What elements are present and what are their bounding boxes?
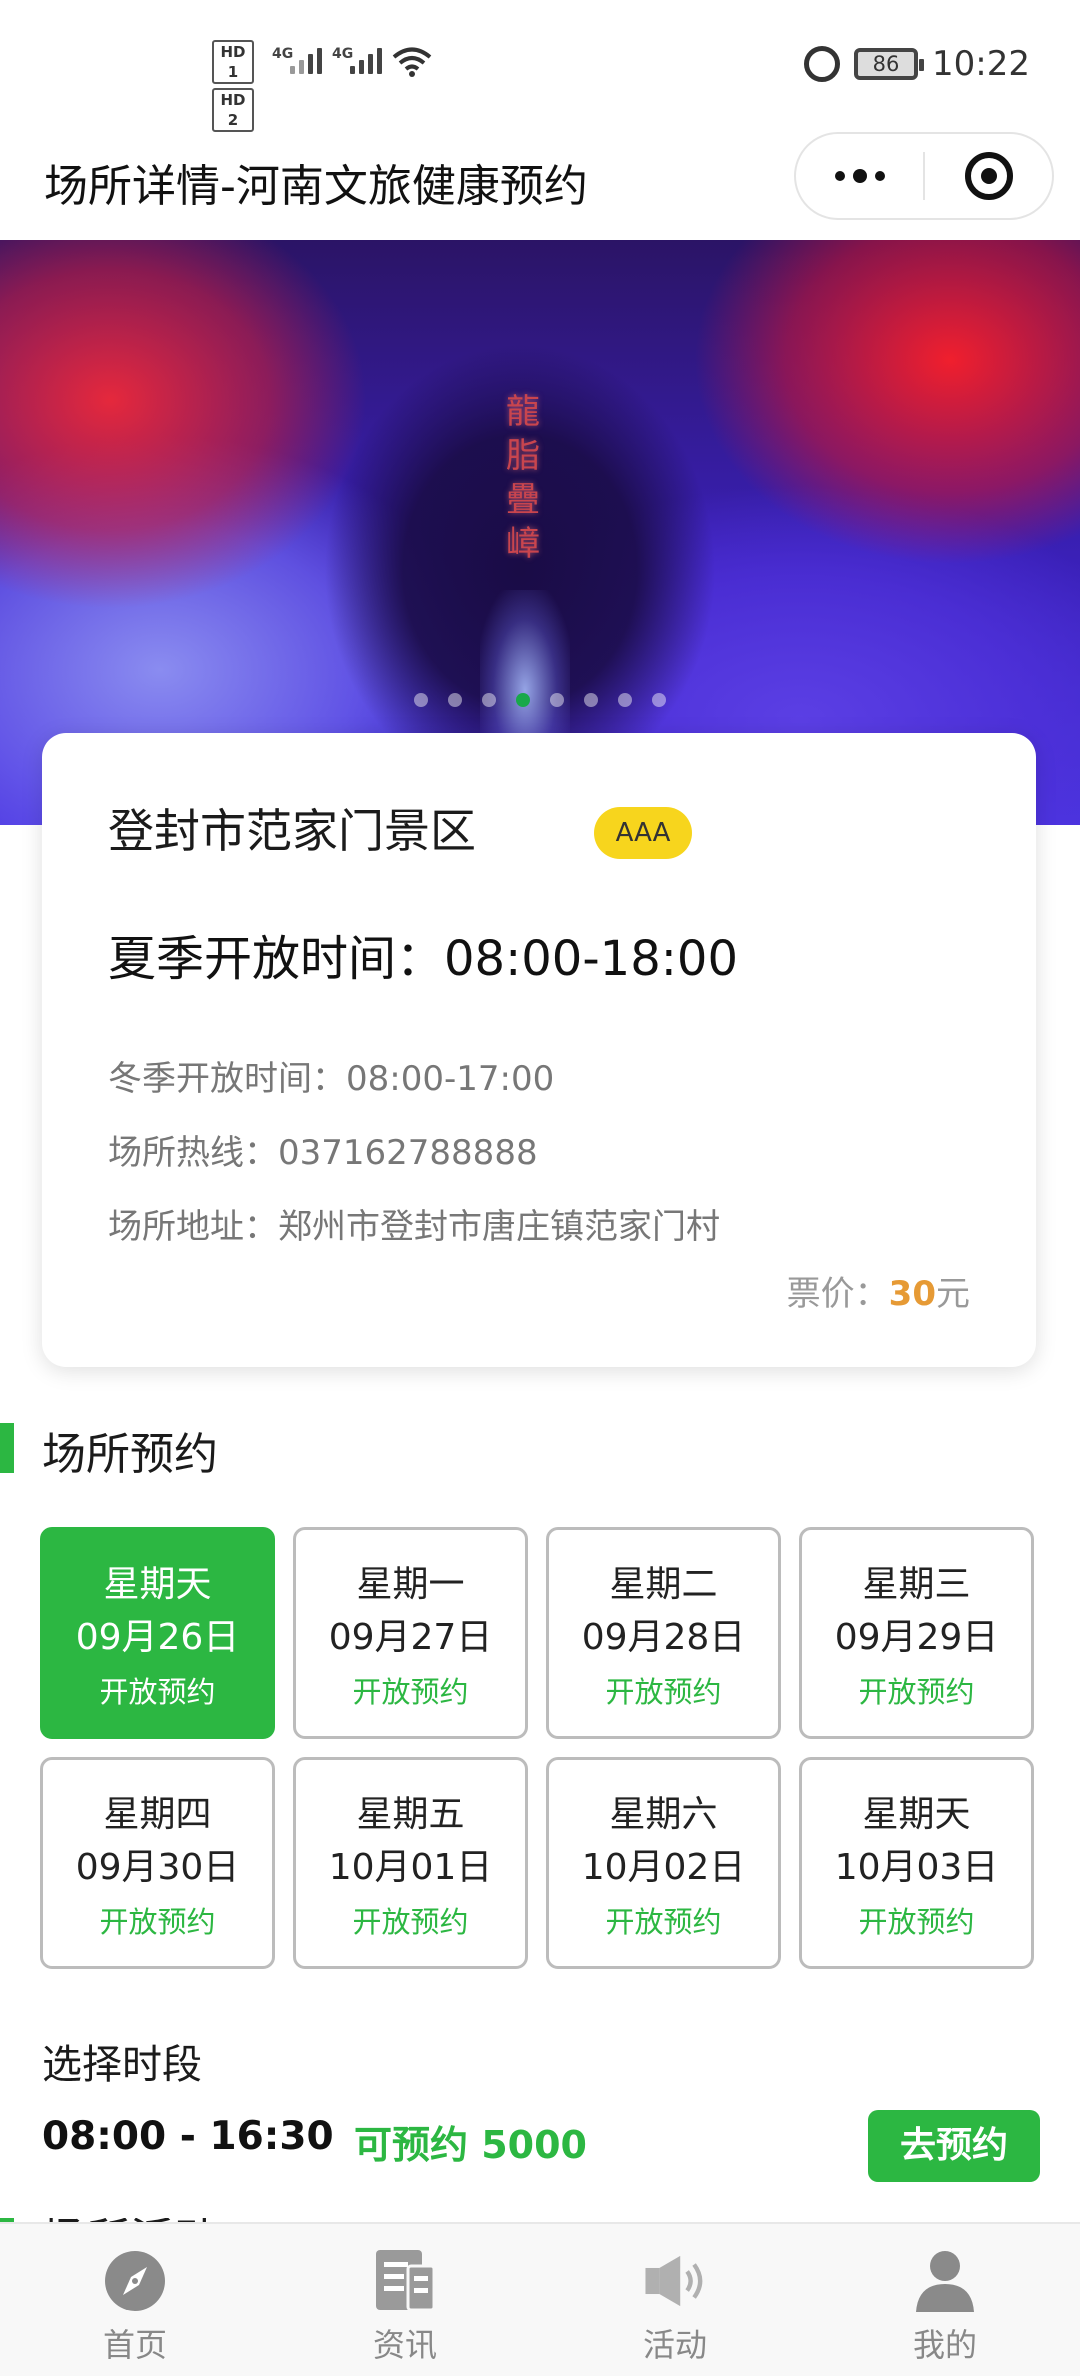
date-option[interactable]: 星期天 10月03日开放预约 <box>799 1757 1034 1969</box>
price-amount: 30 <box>888 1274 936 1314</box>
venue-name: 登封市范家门景区 <box>108 804 476 858</box>
venue-info-card: 登封市范家门景区 AAA 夏季开放时间：08:00-18:00 冬季开放时间：0… <box>42 733 1036 1367</box>
compass-icon <box>102 2248 168 2314</box>
user-icon <box>912 2248 978 2314</box>
carousel-dot[interactable] <box>618 693 632 707</box>
date-picker-grid: 星期天 09月26日 开放预约 星期一 09月27日 开放预约 星期二 09月28日 开放预约星… <box>40 1527 1038 1969</box>
date-option[interactable]: 星期三 09月29日开放预约 <box>799 1527 1034 1739</box>
date-weekday: 星期天 <box>862 1794 971 1835</box>
summer-hours: 夏季开放时间：08:00-18:00 <box>108 931 738 987</box>
tab-activities[interactable]: 活动 <box>540 2224 810 2376</box>
date-weekday: 星期四 <box>103 1794 212 1835</box>
carousel-dot[interactable] <box>448 693 462 707</box>
date-status: 开放预约 <box>605 1675 722 1709</box>
date-status: 开放预约 <box>352 1675 469 1709</box>
carousel-dot[interactable] <box>482 693 496 707</box>
date-option[interactable]: 星期四 09月30日开放预约 <box>40 1757 275 1969</box>
carousel-dot[interactable] <box>652 693 666 707</box>
carousel-dot[interactable] <box>584 693 598 707</box>
hd-indicator: HD 1 HD 2 <box>212 40 254 136</box>
alarm-icon <box>804 46 841 82</box>
winter-hours: 冬季开放时间：08:00-17:00 <box>108 1059 555 1099</box>
speaker-icon <box>642 2248 708 2314</box>
tab-mine[interactable]: 我的 <box>810 2224 1080 2376</box>
section-accent-bar <box>0 1423 14 1473</box>
hd2-badge: HD 2 <box>212 88 254 132</box>
wifi-icon <box>392 46 432 82</box>
carousel-dot[interactable] <box>550 693 564 707</box>
date-option[interactable]: 星期天 09月26日开放预约 <box>40 1527 275 1739</box>
battery-icon: 86 <box>854 48 925 80</box>
date-value: 10月02日 <box>581 1847 746 1888</box>
tab-label: 活动 <box>642 2326 707 2364</box>
status-right: 86 10:22 <box>804 44 1030 84</box>
carved-inscription: 龍脂疊嶂 <box>506 392 540 564</box>
target-icon <box>964 152 1013 200</box>
date-value: 10月01日 <box>328 1847 493 1888</box>
tab-label: 我的 <box>912 2326 977 2364</box>
tab-label: 首页 <box>102 2326 167 2364</box>
venue-address[interactable]: 场所地址：郑州市登封市唐庄镇范家门村 <box>108 1199 720 1248</box>
venue-hotline[interactable]: 场所热线：037162788888 <box>108 1125 538 1174</box>
date-value: 09月28日 <box>581 1617 746 1658</box>
date-value: 09月30日 <box>75 1847 240 1888</box>
carousel-dot[interactable] <box>414 693 428 707</box>
date-status: 开放预约 <box>858 1675 975 1709</box>
slot-time: 08:00 - 16:30 <box>42 2114 334 2159</box>
date-status: 开放预约 <box>352 1905 469 1939</box>
bottom-tab-bar: 首页 资讯 活动 我的 <box>0 2222 1080 2376</box>
date-weekday: 星期六 <box>609 1794 718 1835</box>
date-value: 09月27日 <box>328 1617 493 1658</box>
price-unit: 元 <box>936 1274 970 1314</box>
booking-section-title: 场所预约 <box>42 1429 218 1480</box>
date-status: 开放预约 <box>605 1905 722 1939</box>
news-icon <box>372 2248 438 2314</box>
date-weekday: 星期天 <box>103 1564 212 1605</box>
signal-icon-2 <box>350 48 382 74</box>
date-value: 09月26日 <box>75 1617 240 1658</box>
date-value: 09月29日 <box>834 1617 999 1658</box>
rating-badge: AAA <box>594 807 692 859</box>
date-weekday: 星期五 <box>356 1794 465 1835</box>
clock: 10:22 <box>932 44 1030 84</box>
slot-label: 选择时段 <box>42 2042 202 2088</box>
signal-icon-1 <box>290 48 322 74</box>
slot-availability: 可预约 5000 <box>354 2123 587 2167</box>
date-weekday: 星期三 <box>862 1564 971 1605</box>
date-option[interactable]: 星期六 10月02日开放预约 <box>546 1757 781 1969</box>
tab-label: 资讯 <box>372 2326 437 2364</box>
tab-news[interactable]: 资讯 <box>270 2224 540 2376</box>
price-label: 票价： <box>786 1274 889 1314</box>
date-status: 开放预约 <box>99 1675 216 1709</box>
more-button[interactable] <box>796 134 923 218</box>
ticket-price: 票价：30元 <box>787 1266 970 1315</box>
date-status: 开放预约 <box>858 1905 975 1939</box>
page-title: 场所详情-河南文旅健康预约 <box>44 161 588 212</box>
mini-program-capsule <box>794 132 1054 220</box>
carousel-dot[interactable] <box>516 693 530 707</box>
date-value: 10月03日 <box>834 1847 999 1888</box>
carousel-indicators <box>0 693 1080 707</box>
status-bar: HD 1 HD 2 4G 4G 86 10:22 <box>0 0 1080 135</box>
date-option[interactable]: 星期一 09月27日开放预约 <box>293 1527 528 1739</box>
date-option[interactable]: 星期二 09月28日开放预约 <box>546 1527 781 1739</box>
date-weekday: 星期一 <box>356 1564 465 1605</box>
hd1-badge: HD 1 <box>212 40 254 84</box>
book-button[interactable]: 去预约 <box>868 2110 1040 2182</box>
date-weekday: 星期二 <box>609 1564 718 1605</box>
close-program-button[interactable] <box>925 134 1052 218</box>
more-icon <box>834 169 885 183</box>
date-status: 开放预约 <box>99 1905 216 1939</box>
date-option[interactable]: 星期五 10月01日开放预约 <box>293 1757 528 1969</box>
tab-home[interactable]: 首页 <box>0 2224 270 2376</box>
